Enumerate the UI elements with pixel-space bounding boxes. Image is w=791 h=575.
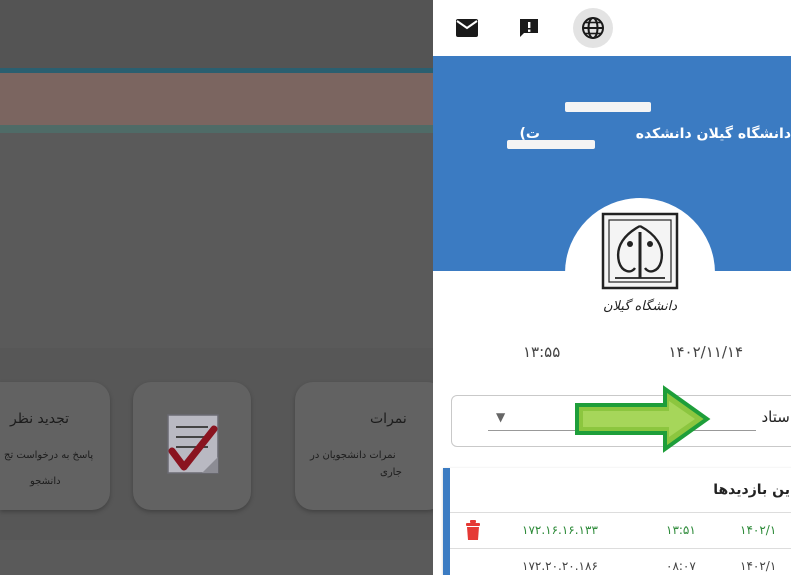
globe-icon xyxy=(582,17,604,39)
user-name-redacted xyxy=(543,102,683,114)
visit-row: ۱۷۲.۲۰.۲۰.۱۸۶ ۰۸:۰۷ ۱۴۰۲/۱ xyxy=(450,548,791,575)
logo-caption: دانشگاه گیلان xyxy=(603,298,677,314)
background-middle xyxy=(0,133,433,348)
recent-visits-panel: ین بازدیدها ۱۷۲.۱۶.۱۶.۱۳۳ ۱۳:۵۱ ۱۴۰۲/۱ ۱… xyxy=(443,468,791,575)
review-card-desc-line2: دانشجو xyxy=(30,476,61,487)
review-card-desc-line1: پاسخ به درخواست تج xyxy=(4,450,94,461)
visit-ip: ۱۷۲.۲۰.۲۰.۱۸۶ xyxy=(522,559,598,573)
background-teal-strip xyxy=(0,125,433,133)
grades-card[interactable] xyxy=(295,382,433,510)
review-card-title: تجدید نظر xyxy=(10,411,70,427)
trash-icon[interactable] xyxy=(464,519,482,541)
visit-time: ۰۸:۰۷ xyxy=(666,559,696,573)
visit-ip: ۱۷۲.۱۶.۱۶.۱۳۳ xyxy=(522,523,598,537)
university-line: دانشگاه گیلان دانشکده xyxy=(635,126,791,142)
profile-drawer: دانشگاه گیلان دانشکده ت) دانشگاه گیلان ۱… xyxy=(433,0,791,575)
university-logo: دانشگاه گیلان xyxy=(601,212,679,314)
feedback-button[interactable] xyxy=(513,12,545,44)
redaction-mark xyxy=(565,102,651,112)
background-banner xyxy=(0,73,433,125)
review-card[interactable] xyxy=(0,382,110,510)
role-select-value: استاد xyxy=(761,408,791,426)
grades-card-title: نمرات xyxy=(370,411,407,427)
redaction-mark xyxy=(507,140,595,149)
background-top-area xyxy=(0,0,433,68)
arrow-annotation-icon xyxy=(575,385,711,453)
mail-icon xyxy=(456,19,478,37)
drawer-toolbar xyxy=(433,0,791,56)
visit-date: ۱۴۰۲/۱ xyxy=(740,523,777,537)
screen: نمرات نمرات دانشجویان در جاری تجدید نظر … xyxy=(0,0,791,575)
recent-visits-title: ین بازدیدها xyxy=(713,482,790,498)
messages-button[interactable] xyxy=(451,12,483,44)
current-time: ۱۳:۵۵ xyxy=(523,343,561,361)
background-overlay[interactable]: نمرات نمرات دانشجویان در جاری تجدید نظر … xyxy=(0,0,433,575)
visit-time: ۱۳:۵۱ xyxy=(666,523,696,537)
current-date: ۱۴۰۲/۱۱/۱۴ xyxy=(668,343,743,361)
background-bottom xyxy=(0,540,433,575)
chevron-down-icon: ▼ xyxy=(496,410,506,424)
grades-card-desc-line1: نمرات دانشجویان در xyxy=(310,450,396,461)
feedback-icon xyxy=(520,19,538,37)
visit-row: ۱۷۲.۱۶.۱۶.۱۳۳ ۱۳:۵۱ ۱۴۰۲/۱ xyxy=(450,512,791,547)
language-button[interactable] xyxy=(573,8,613,48)
visit-date: ۱۴۰۲/۱ xyxy=(740,559,777,573)
grades-card-desc-line2: جاری xyxy=(380,467,402,478)
checklist-icon xyxy=(167,414,219,474)
login-datetime: ۱۳:۵۵ ۱۴۰۲/۱۱/۱۴ xyxy=(523,343,743,361)
